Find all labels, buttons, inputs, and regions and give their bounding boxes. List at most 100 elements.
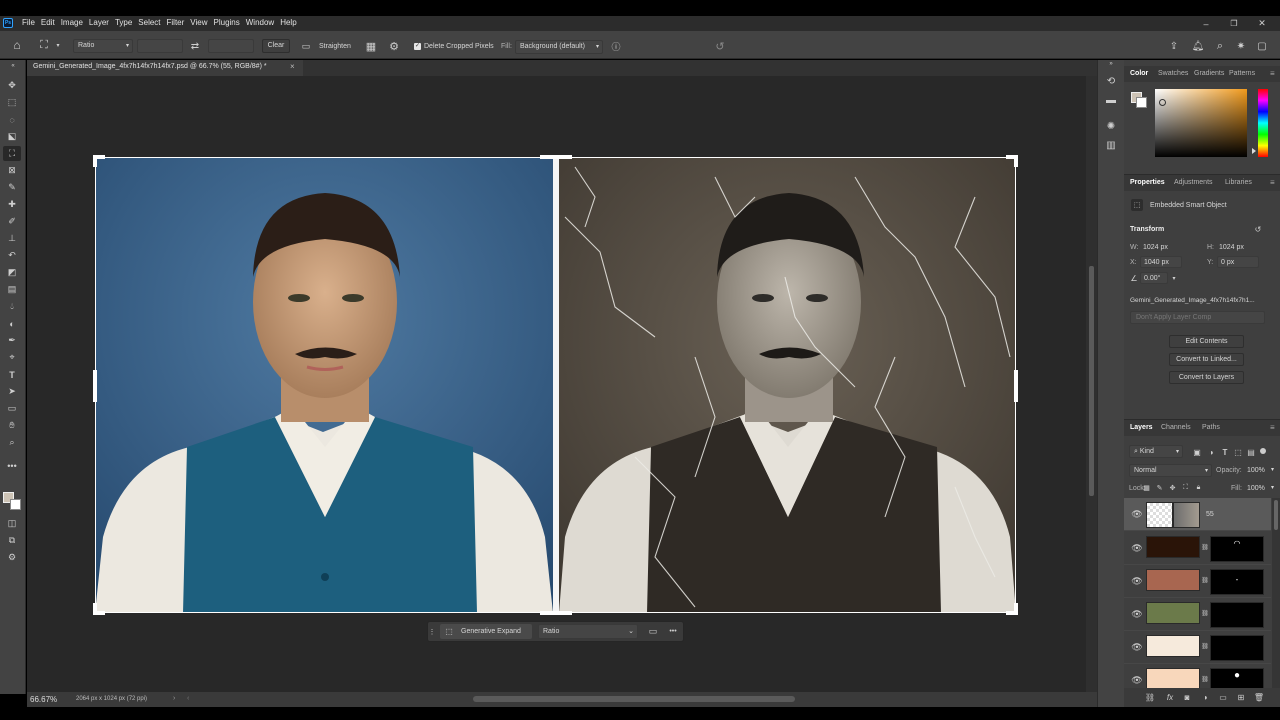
new-layer-icon[interactable]: ⊞	[1235, 691, 1247, 703]
gradient-tool-icon[interactable]: ▤	[3, 282, 21, 297]
discover-icon[interactable]: ✷	[1234, 39, 1248, 53]
history-brush-icon[interactable]: ↶	[3, 248, 21, 263]
trash-icon[interactable]: 🗑︎	[1253, 691, 1265, 703]
stamp-tool-icon[interactable]: ⊥	[3, 231, 21, 246]
marquee-tool-icon[interactable]: ⬚	[3, 95, 21, 110]
tab-libraries[interactable]: Libraries	[1225, 179, 1252, 186]
eyedropper-tool-icon[interactable]: ✎	[3, 180, 21, 195]
crop-tool-icon[interactable]: ⛶	[3, 146, 21, 161]
type-tool-icon[interactable]: T	[3, 367, 21, 382]
menu-edit[interactable]: Edit	[41, 18, 55, 27]
layer-comp-dropdown[interactable]: Don't Apply Layer Comp	[1130, 311, 1265, 324]
generative-expand-button[interactable]: ⬚ Generative Expand	[440, 624, 532, 639]
layers-scroll-thumb[interactable]	[1274, 500, 1278, 530]
filter-pixel-icon[interactable]: ▣	[1192, 447, 1202, 457]
layer-thumbnail[interactable]	[1146, 502, 1173, 528]
bell-icon[interactable]: 🔔︎	[1191, 39, 1205, 53]
width-value[interactable]: 1024 px	[1143, 244, 1168, 251]
add-mask-icon[interactable]: ◙	[1181, 691, 1193, 703]
link-layers-icon[interactable]: ⛓	[1144, 691, 1156, 703]
layer-thumbnail[interactable]	[1146, 635, 1200, 657]
link-icon[interactable]: ⛓	[1201, 608, 1209, 618]
info-icon[interactable]: ⓘ	[610, 40, 622, 52]
blur-tool-icon[interactable]: 💧︎	[3, 299, 21, 314]
layer-thumbnail[interactable]	[1146, 569, 1200, 591]
link-icon[interactable]: ⛓	[1201, 641, 1209, 651]
eye-icon[interactable]: 👁︎	[1131, 575, 1143, 587]
dodge-tool-icon[interactable]: ◐	[3, 316, 21, 331]
crop-frame[interactable]	[95, 157, 1016, 613]
brush-tool-icon[interactable]: ✐	[3, 214, 21, 229]
eraser-tool-icon[interactable]: ◩	[3, 265, 21, 280]
eye-icon[interactable]: 👁︎	[1131, 508, 1143, 520]
layer-thumbnail[interactable]	[1146, 668, 1200, 688]
layer-name[interactable]: 55	[1206, 511, 1214, 518]
comments-icon[interactable]: ▬	[1103, 93, 1119, 107]
lock-pixels-icon[interactable]: ✎	[1155, 482, 1164, 493]
crop-handle-top[interactable]	[540, 155, 572, 159]
close-tab-icon[interactable]: ×	[290, 62, 295, 71]
edit-toolbar-icon[interactable]: ⚙	[3, 550, 21, 565]
layer-row[interactable]: 👁︎ ⛓	[1124, 631, 1271, 664]
status-menu-icon[interactable]: ›	[173, 695, 175, 702]
opacity-value[interactable]: 100%	[1247, 467, 1265, 474]
eye-icon[interactable]: 👁︎	[1131, 542, 1143, 554]
collapse-panels-icon[interactable]: »	[1104, 60, 1118, 68]
lock-transparent-icon[interactable]: ▦	[1142, 482, 1151, 493]
tab-channels[interactable]: Channels	[1161, 424, 1191, 431]
fill-value[interactable]: 100%	[1247, 485, 1265, 492]
menu-help[interactable]: Help	[280, 18, 296, 27]
scroll-left-icon[interactable]: ‹	[187, 695, 189, 702]
layer-thumbnail-image[interactable]	[1173, 502, 1200, 528]
tab-paths[interactable]: Paths	[1202, 424, 1220, 431]
filter-smart-icon[interactable]: ▤	[1246, 447, 1256, 457]
share-icon[interactable]: ⇪	[1167, 39, 1181, 53]
screen-mode-icon[interactable]: ⧉	[3, 533, 21, 548]
blend-mode-dropdown[interactable]: Normal ▾	[1129, 464, 1212, 477]
crop-handle-br-v[interactable]	[1014, 603, 1018, 615]
crop-handle-tl-v[interactable]	[93, 155, 97, 167]
crop-handle-bottom[interactable]	[540, 611, 572, 615]
history-icon[interactable]: ⟲	[1103, 74, 1119, 88]
tab-gradients[interactable]: Gradients	[1194, 70, 1224, 77]
move-tool-icon[interactable]: ✥	[3, 78, 21, 93]
lock-all-icon[interactable]: 🔒︎	[1194, 482, 1203, 493]
path-select-icon[interactable]: ➤	[3, 384, 21, 399]
link-icon[interactable]: ⛓	[1201, 575, 1209, 585]
angle-input[interactable]: 0.00°	[1140, 272, 1168, 284]
ratio-height-input[interactable]	[208, 39, 254, 53]
adjustments-icon[interactable]: ✺	[1103, 119, 1119, 133]
menu-filter[interactable]: Filter	[167, 18, 185, 27]
tab-adjustments[interactable]: Adjustments	[1174, 179, 1213, 186]
clear-button[interactable]: Clear	[262, 39, 290, 53]
link-icon[interactable]: ⛓	[1201, 674, 1209, 684]
angle-dropdown-icon[interactable]: ▾	[1169, 272, 1179, 284]
layer-row[interactable]: 👁︎ ⛓ ●	[1124, 664, 1271, 688]
frame-tool-icon[interactable]: ⊠	[3, 163, 21, 178]
libraries-icon[interactable]: ▥	[1103, 138, 1119, 152]
crop-tool-icon[interactable]: ⛶	[36, 38, 52, 52]
filter-shape-icon[interactable]: ⬚	[1233, 447, 1243, 457]
fill-dropdown-icon[interactable]: ▾	[1271, 484, 1274, 491]
filter-adjustment-icon[interactable]: ◑	[1206, 447, 1216, 457]
layer-mask-thumbnail[interactable]	[1210, 635, 1264, 661]
drag-handle-icon[interactable]: ⋮	[429, 625, 436, 639]
more-tools-icon[interactable]: •••	[3, 458, 21, 473]
menu-window[interactable]: Window	[246, 18, 274, 27]
lock-artboard-icon[interactable]: ⛶	[1181, 482, 1190, 493]
layer-row[interactable]: 👁︎ ⛓ -	[1124, 565, 1271, 598]
healing-tool-icon[interactable]: ✚	[3, 197, 21, 212]
menu-layer[interactable]: Layer	[89, 18, 109, 27]
filter-type-icon[interactable]: T	[1220, 447, 1230, 457]
layer-mask-thumbnail[interactable]: -	[1210, 569, 1264, 595]
lock-position-icon[interactable]: ✥	[1168, 482, 1177, 493]
background-color-swatch[interactable]	[10, 499, 21, 510]
hand-tool-icon[interactable]: ✋︎	[3, 418, 21, 433]
crop-handle-tr-v[interactable]	[1014, 155, 1018, 167]
straighten-label[interactable]: Straighten	[319, 43, 351, 50]
grid-overlay-icon[interactable]: ▦	[364, 39, 378, 53]
layers-scrollbar[interactable]	[1272, 498, 1280, 688]
tab-swatches[interactable]: Swatches	[1158, 70, 1188, 77]
eye-icon[interactable]: 👁︎	[1131, 608, 1143, 620]
zoom-tool-icon[interactable]: ⌕	[3, 435, 21, 450]
